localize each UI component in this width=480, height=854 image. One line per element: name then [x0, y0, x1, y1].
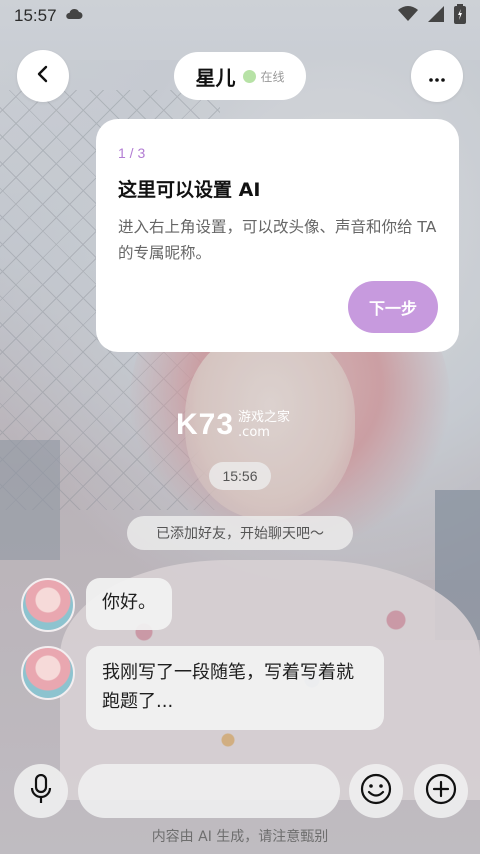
cloud-icon — [65, 8, 83, 24]
system-message: 已添加好友，开始聊天吧～ — [127, 516, 353, 550]
more-dots-icon — [429, 67, 445, 86]
ai-disclaimer: 内容由 AI 生成，请注意甄别 — [151, 829, 329, 845]
watermark-sub1: 游戏之家 — [238, 410, 291, 425]
message-bubble[interactable]: 你好。 — [86, 578, 172, 630]
voice-input-button[interactable] — [14, 764, 68, 818]
guide-title: 这里可以设置 AI — [118, 179, 261, 201]
status-bar: 15:57 — [0, 0, 480, 32]
status-time: 15:57 — [14, 6, 57, 25]
plus-icon — [425, 773, 457, 809]
guide-description: 进入右上角设置，可以改头像、声音和你给 TA 的专属昵称。 — [118, 218, 437, 262]
emoji-button[interactable] — [349, 764, 403, 818]
more-button[interactable] — [411, 50, 463, 102]
watermark-brand: K73 — [176, 408, 235, 441]
watermark-logo: K73 游戏之家 .com — [176, 408, 290, 442]
message-bubble[interactable]: 我刚写了一段随笔，写着写着就跑题了... — [86, 646, 384, 730]
onboarding-guide-card: 1 / 3 这里可以设置 AI 进入右上角设置，可以改头像、声音和你给 TA 的… — [96, 119, 459, 352]
chevron-left-icon — [35, 65, 51, 87]
avatar[interactable] — [21, 578, 75, 632]
contact-name-pill[interactable]: 星儿 在线 — [174, 52, 306, 100]
emoji-icon — [360, 773, 392, 809]
add-button[interactable] — [414, 764, 468, 818]
microphone-icon — [30, 773, 52, 808]
online-dot — [243, 69, 257, 83]
contact-name: 星儿 — [195, 65, 236, 90]
online-status: 在线 — [260, 69, 285, 84]
chat-timestamp: 15:56 — [209, 462, 271, 490]
guide-step-counter: 1 / 3 — [118, 145, 146, 161]
message-input[interactable] — [78, 764, 340, 818]
next-step-button[interactable]: 下一步 — [348, 281, 438, 333]
back-button[interactable] — [17, 50, 69, 102]
signal-icon — [428, 6, 444, 26]
watermark-sub2: .com — [238, 425, 270, 440]
battery-icon — [454, 4, 466, 28]
avatar[interactable] — [21, 646, 75, 700]
wifi-icon — [398, 6, 418, 26]
